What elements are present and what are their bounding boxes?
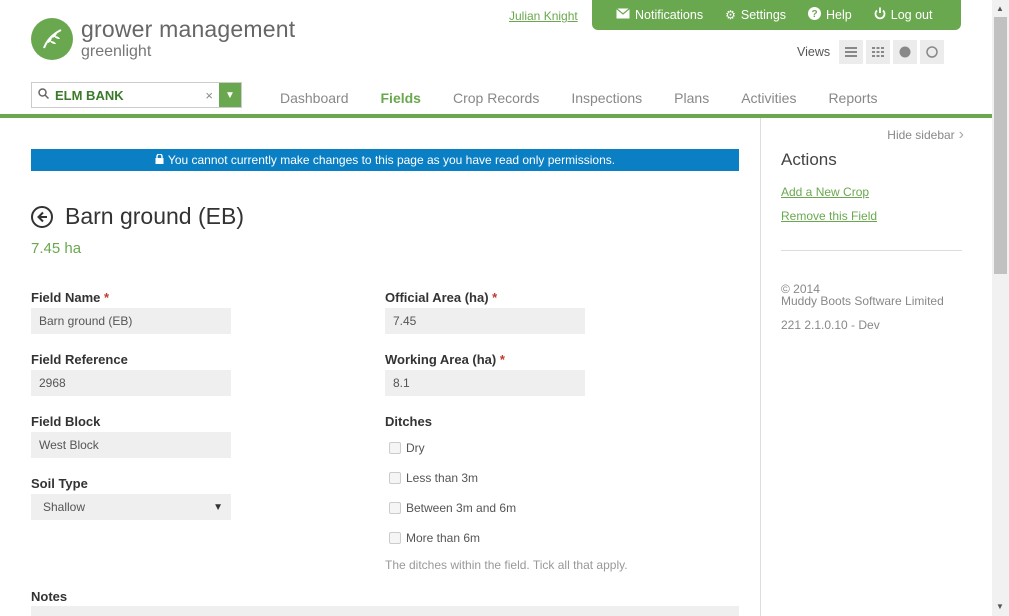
views-label: Views [797, 45, 831, 59]
gear-icon: ⚙ [725, 8, 736, 22]
soil-type-select[interactable]: Shallow ▼ [31, 494, 231, 520]
tab-fields[interactable]: Fields [365, 90, 437, 106]
search-input[interactable]: ELM BANK [55, 88, 205, 103]
official-area-input[interactable]: 7.45 [385, 308, 585, 334]
scroll-down-icon[interactable]: ▼ [996, 602, 1004, 611]
hide-sidebar-label: Hide sidebar [887, 128, 955, 142]
remove-field-link[interactable]: Remove this Field [781, 209, 877, 223]
grid-view-icon[interactable] [866, 40, 891, 64]
ditch-option-more-than-6m[interactable]: More than 6m [389, 531, 480, 545]
notes-textarea[interactable] [31, 606, 739, 616]
checkbox[interactable] [389, 442, 401, 454]
clear-search-icon[interactable]: × [205, 88, 213, 103]
field-name-label: Field Name * [31, 290, 110, 305]
official-area-label: Official Area (ha) * [385, 290, 498, 305]
ditch-option-between-3m-6m[interactable]: Between 3m and 6m [389, 501, 516, 515]
ditch-option-label: More than 6m [406, 531, 481, 545]
ditch-option-label: Between 3m and 6m [406, 501, 517, 515]
ditches-label: Ditches [385, 414, 432, 429]
soil-type-label: Soil Type [31, 476, 88, 491]
user-name-link[interactable]: Julian Knight [509, 9, 578, 23]
list-view-icon[interactable] [839, 40, 864, 64]
tab-reports[interactable]: Reports [812, 90, 893, 106]
working-area-input[interactable]: 8.1 [385, 370, 585, 396]
hide-sidebar-button[interactable]: Hide sidebar › [887, 126, 964, 144]
settings-button[interactable]: ⚙ Settings [725, 8, 786, 22]
logo-main-text: grower management [81, 16, 296, 42]
field-block-label: Field Block [31, 414, 101, 429]
farm-search: ELM BANK × ▼ [31, 82, 242, 108]
scrollbar-thumb[interactable] [994, 17, 1007, 274]
top-action-bar: Notifications ⚙ Settings ? Help Log out [592, 0, 961, 30]
help-button[interactable]: ? Help [808, 7, 852, 23]
vertical-scrollbar[interactable]: ▲ ▼ [992, 0, 1009, 616]
soil-type-value: Shallow [43, 500, 86, 514]
field-reference-label: Field Reference [31, 352, 128, 367]
main-nav: Dashboard Fields Crop Records Inspection… [264, 90, 893, 106]
checkbox[interactable] [389, 502, 401, 514]
settings-label: Settings [740, 8, 787, 22]
field-block-input[interactable]: West Block [31, 432, 231, 458]
tab-activities[interactable]: Activities [725, 90, 812, 106]
sidebar-divider [781, 250, 962, 251]
scroll-up-icon[interactable]: ▲ [996, 4, 1004, 13]
logout-button[interactable]: Log out [874, 7, 933, 23]
notice-text: You cannot currently make changes to thi… [167, 153, 616, 167]
field-area: 7.45 ha [31, 240, 82, 257]
ditch-option-label: Less than 3m [406, 471, 479, 485]
envelope-icon [616, 8, 630, 22]
tab-inspections[interactable]: Inspections [555, 90, 658, 106]
sidebar: Hide sidebar › Actions Add a New Crop Re… [760, 118, 992, 616]
ditch-option-dry[interactable]: Dry [389, 441, 425, 455]
tab-dashboard[interactable]: Dashboard [264, 90, 365, 106]
back-arrow-icon[interactable] [31, 205, 53, 228]
ditch-option-label: Dry [406, 441, 425, 455]
actions-title: Actions [781, 150, 837, 169]
app-logo: grower management greenlight [31, 18, 295, 60]
notifications-label: Notifications [635, 8, 704, 22]
empty-circle-view-icon[interactable] [920, 40, 945, 64]
page-title: Barn ground (EB) [65, 203, 244, 229]
company-text: Muddy Boots Software Limited [781, 294, 944, 308]
chevron-right-icon: › [958, 126, 964, 143]
search-icon [38, 86, 50, 104]
chevron-down-icon[interactable]: ▼ [219, 83, 241, 107]
lock-icon [155, 153, 164, 167]
version-text: 221 2.1.0.10 - Dev [781, 318, 880, 332]
view-switcher: Views [797, 40, 945, 64]
leaf-logo-icon [31, 18, 73, 60]
checkbox[interactable] [389, 472, 401, 484]
svg-text:?: ? [811, 9, 817, 20]
logout-label: Log out [890, 8, 933, 22]
notifications-button[interactable]: Notifications [616, 8, 703, 22]
working-area-label: Working Area (ha) * [385, 352, 505, 367]
ditch-option-less-than-3m[interactable]: Less than 3m [389, 471, 478, 485]
read-only-notice: You cannot currently make changes to thi… [31, 149, 739, 171]
ditches-hint: The ditches within the field. Tick all t… [385, 558, 628, 572]
question-circle-icon: ? [808, 7, 822, 23]
notes-label: Notes [31, 589, 68, 604]
field-reference-input[interactable]: 2968 [31, 370, 231, 396]
add-new-crop-link[interactable]: Add a New Crop [781, 185, 869, 199]
checkbox[interactable] [389, 532, 401, 544]
field-name-input[interactable]: Barn ground (EB) [31, 308, 231, 334]
filled-circle-view-icon[interactable] [893, 40, 918, 64]
tab-plans[interactable]: Plans [658, 90, 725, 106]
logo-sub-text: greenlight [81, 43, 152, 60]
help-label: Help [826, 8, 852, 22]
power-icon [874, 7, 886, 23]
caret-down-icon: ▼ [213, 501, 223, 513]
tab-crop-records[interactable]: Crop Records [437, 90, 555, 106]
